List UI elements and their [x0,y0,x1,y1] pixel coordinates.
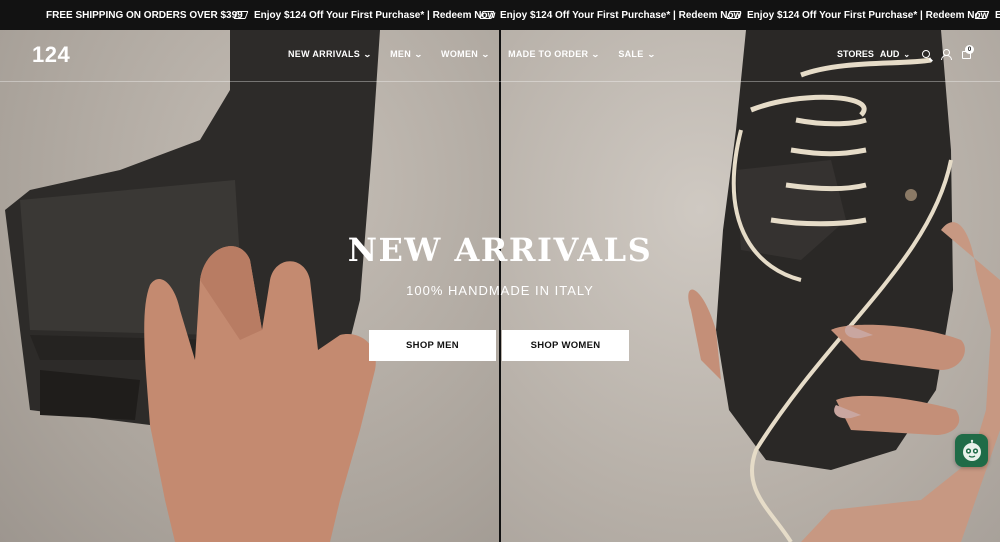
chat-widget-button[interactable] [955,434,988,467]
site-logo[interactable]: 124 [32,42,70,68]
chevron-down-icon: ⌄ [413,49,424,59]
stores-link[interactable]: STORES [837,49,874,59]
main-nav: NEW ARRIVALS ⌄ MEN ⌄ WOMEN ⌄ MADE TO ORD… [288,49,674,59]
site-header: 124 NEW ARRIVALS ⌄ MEN ⌄ WOMEN ⌄ MADE TO… [0,30,1000,82]
nav-item-new-arrivals[interactable]: NEW ARRIVALS ⌄ [288,49,373,59]
hero-title: NEW ARRIVALS [347,231,653,269]
chevron-down-icon: ⌄ [646,49,656,59]
cart-count-badge: 0 [965,45,974,54]
search-icon[interactable] [922,50,931,58]
chevron-down-icon: ⌄ [363,49,373,59]
shop-women-button[interactable]: SHOP WOMEN [502,330,629,361]
announcement-bar: FREE SHIPPING ON ORDERS OVER $399 Enjoy … [0,0,1000,30]
currency-selector[interactable]: AUD ⌄ [880,49,910,59]
chevron-down-icon: ⌄ [480,49,491,59]
nav-item-men[interactable]: MEN ⌄ [390,49,424,59]
nav-item-sale[interactable]: SALE ⌄ [618,49,656,59]
tag-icon [479,11,495,19]
chat-bot-icon [962,439,981,461]
tag-icon [726,11,742,19]
announcement-message[interactable]: FREE SHIPPING ON ORDERS OVER $399 [46,10,243,21]
announcement-message[interactable]: En [974,10,1000,21]
tag-icon [974,11,990,19]
nav-item-made-to-order[interactable]: MADE TO ORDER ⌄ [508,49,601,59]
tag-icon [233,11,249,19]
announcement-message[interactable]: Enjoy $124 Off Your First Purchase* | Re… [479,10,741,21]
nav-item-women[interactable]: WOMEN ⌄ [441,49,491,59]
shop-men-button[interactable]: SHOP MEN [369,330,496,361]
header-actions: STORES AUD ⌄ [837,48,982,60]
chevron-down-icon: ⌄ [591,49,601,59]
user-icon[interactable] [941,49,953,60]
announcement-message[interactable]: Enjoy $124 Off Your First Purchase* | Re… [726,10,988,21]
announcement-message[interactable]: Enjoy $124 Off Your First Purchase* | Re… [233,10,495,21]
chevron-down-icon: ⌄ [903,49,911,59]
hero-subtitle: 100% HANDMADE IN ITALY [406,283,594,298]
